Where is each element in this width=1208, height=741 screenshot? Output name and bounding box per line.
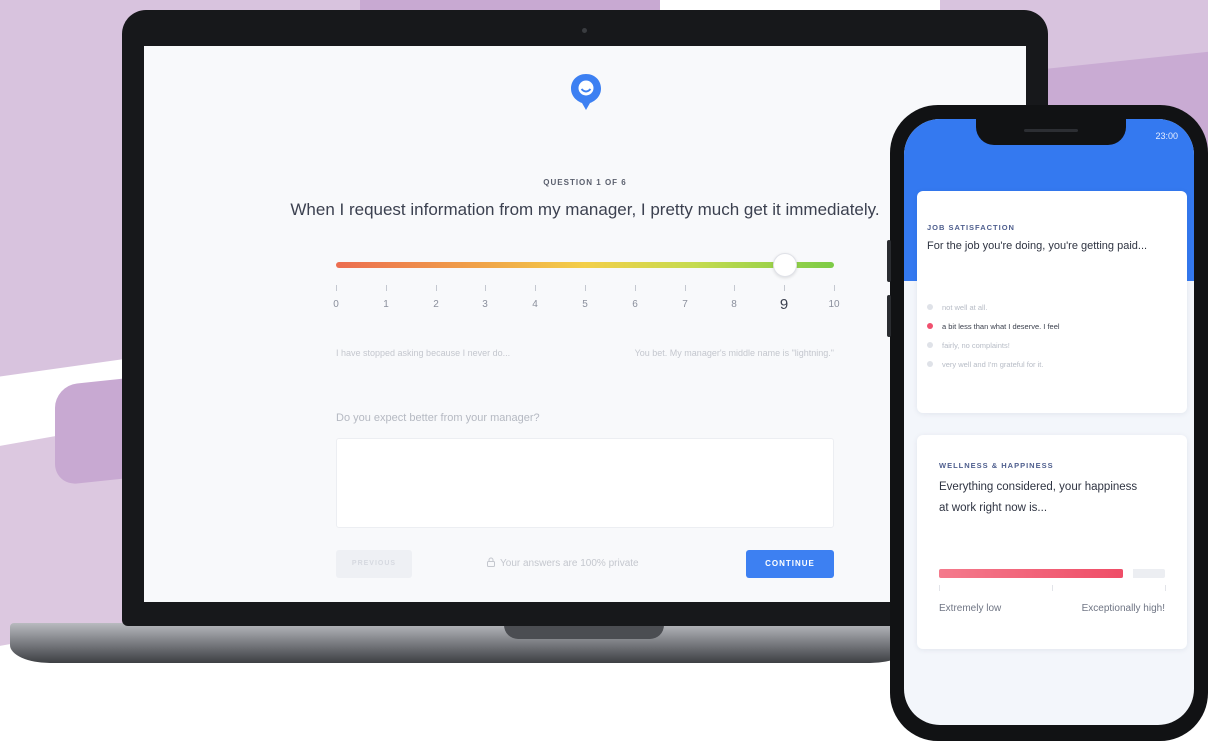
slider-scale-number[interactable]: 6 [620,299,650,310]
slider-scale-number[interactable]: 9 [769,296,799,313]
slider-scale-number[interactable]: 1 [371,299,401,310]
slider-scale-number[interactable]: 2 [421,299,451,310]
followup-answer-field[interactable] [336,438,834,528]
happiness-slider-handle[interactable] [1123,569,1133,578]
slider-tick [436,285,437,291]
slider-tick [834,285,835,291]
phone-side-button [887,295,891,337]
answer-option[interactable]: not well at all. [927,303,987,312]
happiness-slider-fill [939,569,1123,578]
card-category: JOB SATISFACTION [927,223,1015,232]
answer-option[interactable]: fairly, no complaints! [927,341,1010,350]
slider-tick [336,285,337,291]
happiness-slider[interactable] [939,569,1165,578]
happiness-tick [1052,585,1053,591]
slider-scale-number[interactable]: 8 [719,299,749,310]
answer-option[interactable]: a bit less than what I deserve. I feel [927,322,1060,331]
happiness-low-label: Extremely low [939,603,1002,614]
camera-icon [582,28,587,33]
wellness-card: WELLNESS & HAPPINESS Everything consider… [917,435,1187,649]
rating-slider-handle[interactable] [773,253,798,277]
slider-tick [734,285,735,291]
slider-scale-number[interactable]: 10 [819,299,849,310]
radio-dot-icon [927,323,933,329]
slider-tick [535,285,536,291]
slider-scale-number[interactable]: 4 [520,299,550,310]
slider-tick [685,285,686,291]
slider-tick [585,285,586,291]
job-satisfaction-card: JOB SATISFACTION For the job you're doin… [917,191,1187,413]
phone: 23:00 JOB SATISFACTION For the job you'r… [887,105,1208,741]
laptop-base [10,623,910,663]
slider-scale-number[interactable]: 3 [470,299,500,310]
card-question: For the job you're doing, you're getting… [927,240,1148,252]
answer-option-label: not well at all. [942,303,988,312]
slider-scale-number[interactable]: 7 [670,299,700,310]
card-question: Everything considered, your happiness at… [939,481,1138,514]
logo-icon [571,74,601,110]
slider-low-label: I have stopped asking because I never do… [336,348,511,358]
followup-question: Do you expect better from your manager? [336,412,540,424]
happiness-tick [939,585,940,591]
phone-notch [976,119,1126,145]
slider-tick [635,285,636,291]
privacy-text: Your answers are 100% private [500,558,639,569]
previous-button[interactable]: PREVIOUS [336,550,412,578]
happiness-tick [1165,585,1166,591]
rating-slider-track[interactable] [336,262,834,268]
slider-scale-number[interactable]: 0 [321,299,351,310]
phone-screen: 23:00 JOB SATISFACTION For the job you'r… [904,119,1194,725]
privacy-note: Your answers are 100% private [486,557,639,569]
lock-icon [487,557,495,567]
answer-option-label: very well and I'm grateful for it. [942,360,1044,369]
slider-tick [386,285,387,291]
answer-option[interactable]: very well and I'm grateful for it. [927,360,1043,369]
radio-dot-icon [927,361,933,367]
slider-tick [784,285,785,291]
happiness-ticks [939,585,1166,591]
answer-option-label: fairly, no complaints! [942,341,1010,350]
slider-scale-number[interactable]: 5 [570,299,600,310]
slider-scale-labels: 0 1 2 3 4 5 6 7 8 9 10 [333,296,839,319]
happiness-high-label: Exceptionally high! [1081,603,1165,614]
card-category: WELLNESS & HAPPINESS [939,461,1054,470]
radio-dot-icon [927,304,933,310]
status-time: 23:00 [1155,131,1178,141]
radio-dot-icon [927,342,933,348]
continue-button[interactable]: CONTINUE [746,550,834,578]
speaker-icon [1024,129,1078,132]
slider-high-label: You bet. My manager's middle name is "li… [634,348,834,358]
slider-tick [485,285,486,291]
slider-ticks [336,285,835,293]
phone-side-button [887,240,891,282]
answer-option-label: a bit less than what I deserve. I feel [942,322,1060,331]
